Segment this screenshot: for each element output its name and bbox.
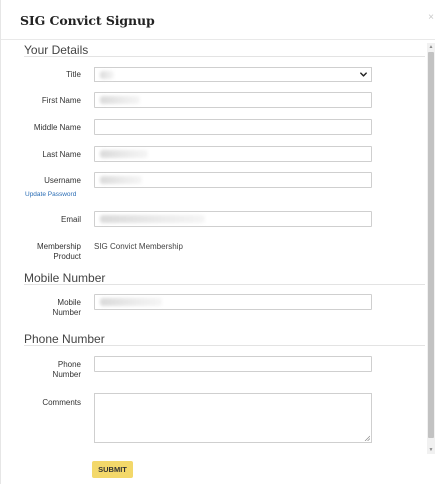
scroll-up-icon[interactable]: ▲ <box>427 43 435 51</box>
chevron-down-icon <box>360 72 367 77</box>
scroll-down-icon[interactable]: ▼ <box>427 446 435 454</box>
title-select[interactable] <box>94 67 372 82</box>
update-password-link[interactable]: Update Password <box>25 191 76 198</box>
redacted-value <box>100 215 205 223</box>
section-heading-your-details: Your Details <box>24 43 89 57</box>
email-input[interactable] <box>94 211 372 227</box>
dialog-footer: SUBMIT <box>1 456 435 484</box>
middle-name-input[interactable] <box>94 119 372 135</box>
title-label: Title <box>66 70 81 79</box>
dialog-header: SIG Convict Signup × <box>1 0 435 40</box>
submit-button[interactable]: SUBMIT <box>92 461 133 478</box>
mobile-label-line2: Number <box>52 308 81 317</box>
phone-label-line2: Number <box>52 370 81 379</box>
section-heading-phone-number: Phone Number <box>24 332 105 346</box>
username-input[interactable] <box>94 172 372 188</box>
form-scrollbar[interactable]: ▲ ▼ <box>427 43 435 454</box>
mobile-number-label: Mobile Number <box>21 298 81 318</box>
section-heading-mobile-number: Mobile Number <box>24 271 106 285</box>
section-divider <box>24 345 425 346</box>
last-name-input[interactable] <box>94 146 372 162</box>
membership-value: SIG Convict Membership <box>94 242 183 251</box>
redacted-value <box>100 96 140 104</box>
email-label: Email <box>60 215 81 224</box>
comments-label: Comments <box>42 398 81 407</box>
section-divider <box>24 284 425 285</box>
close-icon[interactable]: × <box>428 12 434 23</box>
middle-name-label: Middle Name <box>33 123 81 132</box>
membership-label-line1: Membership <box>36 242 81 251</box>
resize-grip-icon[interactable] <box>364 435 370 441</box>
redacted-value <box>100 150 148 158</box>
first-name-label: First Name <box>41 96 81 105</box>
phone-number-input[interactable] <box>94 356 372 372</box>
membership-label: Membership Product <box>21 242 81 262</box>
section-divider <box>24 56 425 57</box>
username-label: Username <box>44 176 81 185</box>
mobile-number-input[interactable] <box>94 294 372 310</box>
first-name-input[interactable] <box>94 92 372 108</box>
phone-label-line1: Phone <box>57 360 81 369</box>
form-scroll-area: Your Details Title First Name Middle Nam… <box>11 40 425 456</box>
last-name-label: Last Name <box>42 150 81 159</box>
mobile-label-line1: Mobile <box>57 298 81 307</box>
scrollbar-thumb[interactable] <box>428 52 434 438</box>
redacted-value <box>100 71 114 79</box>
signup-dialog: SIG Convict Signup × Your Details Title … <box>0 0 435 484</box>
comments-textarea[interactable] <box>94 393 372 443</box>
redacted-value <box>100 176 142 184</box>
membership-label-line2: Product <box>53 252 81 261</box>
dialog-title: SIG Convict Signup <box>20 13 155 28</box>
phone-number-label: Phone Number <box>21 360 81 380</box>
redacted-value <box>100 298 162 306</box>
